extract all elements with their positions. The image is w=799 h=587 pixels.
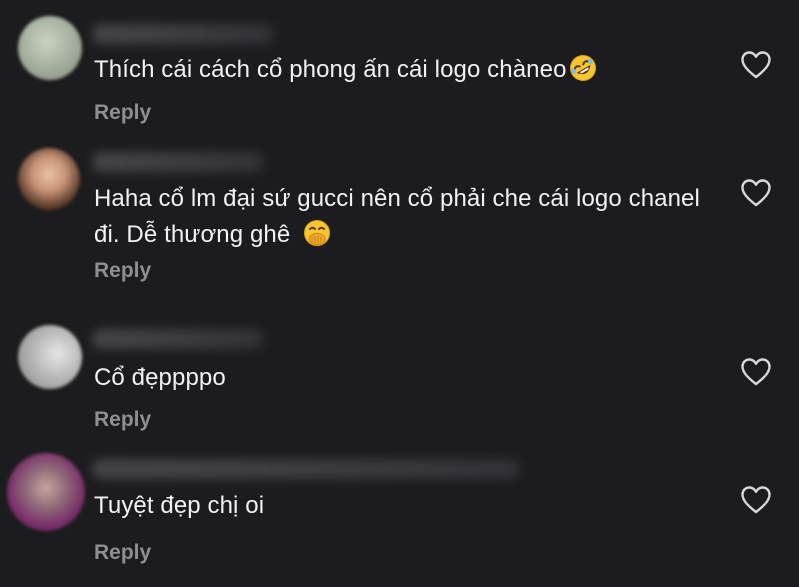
comment-text: Cổ đẹppppo (94, 360, 714, 396)
comment-item: Cổ đẹppppo Reply (0, 305, 799, 447)
reply-button[interactable]: Reply (94, 408, 151, 432)
comment-text-body: Haha cổ lm đại sứ gucci nên cổ phải che … (94, 185, 700, 248)
comment-text: Thích cái cách cổ phong ấn cái logo chàn… (94, 52, 714, 88)
username-redacted[interactable] (92, 329, 264, 349)
reply-button[interactable]: Reply (94, 259, 151, 283)
rolling-on-floor-laughing-emoji (569, 55, 596, 81)
comment-text: Haha cổ lm đại sứ gucci nên cổ phải che … (94, 181, 714, 253)
avatar[interactable] (18, 325, 82, 389)
username-redacted[interactable] (92, 24, 274, 44)
comment-item: Tuyệt đẹp chị oi Reply (0, 447, 799, 587)
reply-button[interactable]: Reply (94, 101, 151, 125)
comment-text: Tuyệt đẹp chị oi (94, 488, 714, 524)
reply-button[interactable]: Reply (94, 541, 151, 565)
comment-text-body: Thích cái cách cổ phong ấn cái logo chàn… (94, 56, 567, 83)
heart-outline-icon[interactable] (740, 357, 772, 387)
heart-outline-icon[interactable] (740, 50, 772, 80)
heart-outline-icon[interactable] (740, 178, 772, 208)
avatar[interactable] (18, 148, 80, 210)
hand-over-mouth-emoji (304, 220, 331, 246)
comment-item: Thích cái cách cổ phong ấn cái logo chàn… (0, 0, 799, 135)
comment-item: Haha cổ lm đại sứ gucci nên cổ phải che … (0, 135, 799, 305)
comment-text-body: Cổ đẹppppo (94, 364, 226, 391)
comment-text-body: Tuyệt đẹp chị oi (94, 492, 265, 519)
username-redacted[interactable] (92, 152, 264, 172)
username-redacted[interactable] (92, 459, 520, 479)
avatar[interactable] (18, 16, 82, 80)
heart-outline-icon[interactable] (740, 485, 772, 515)
avatar[interactable] (7, 453, 85, 531)
